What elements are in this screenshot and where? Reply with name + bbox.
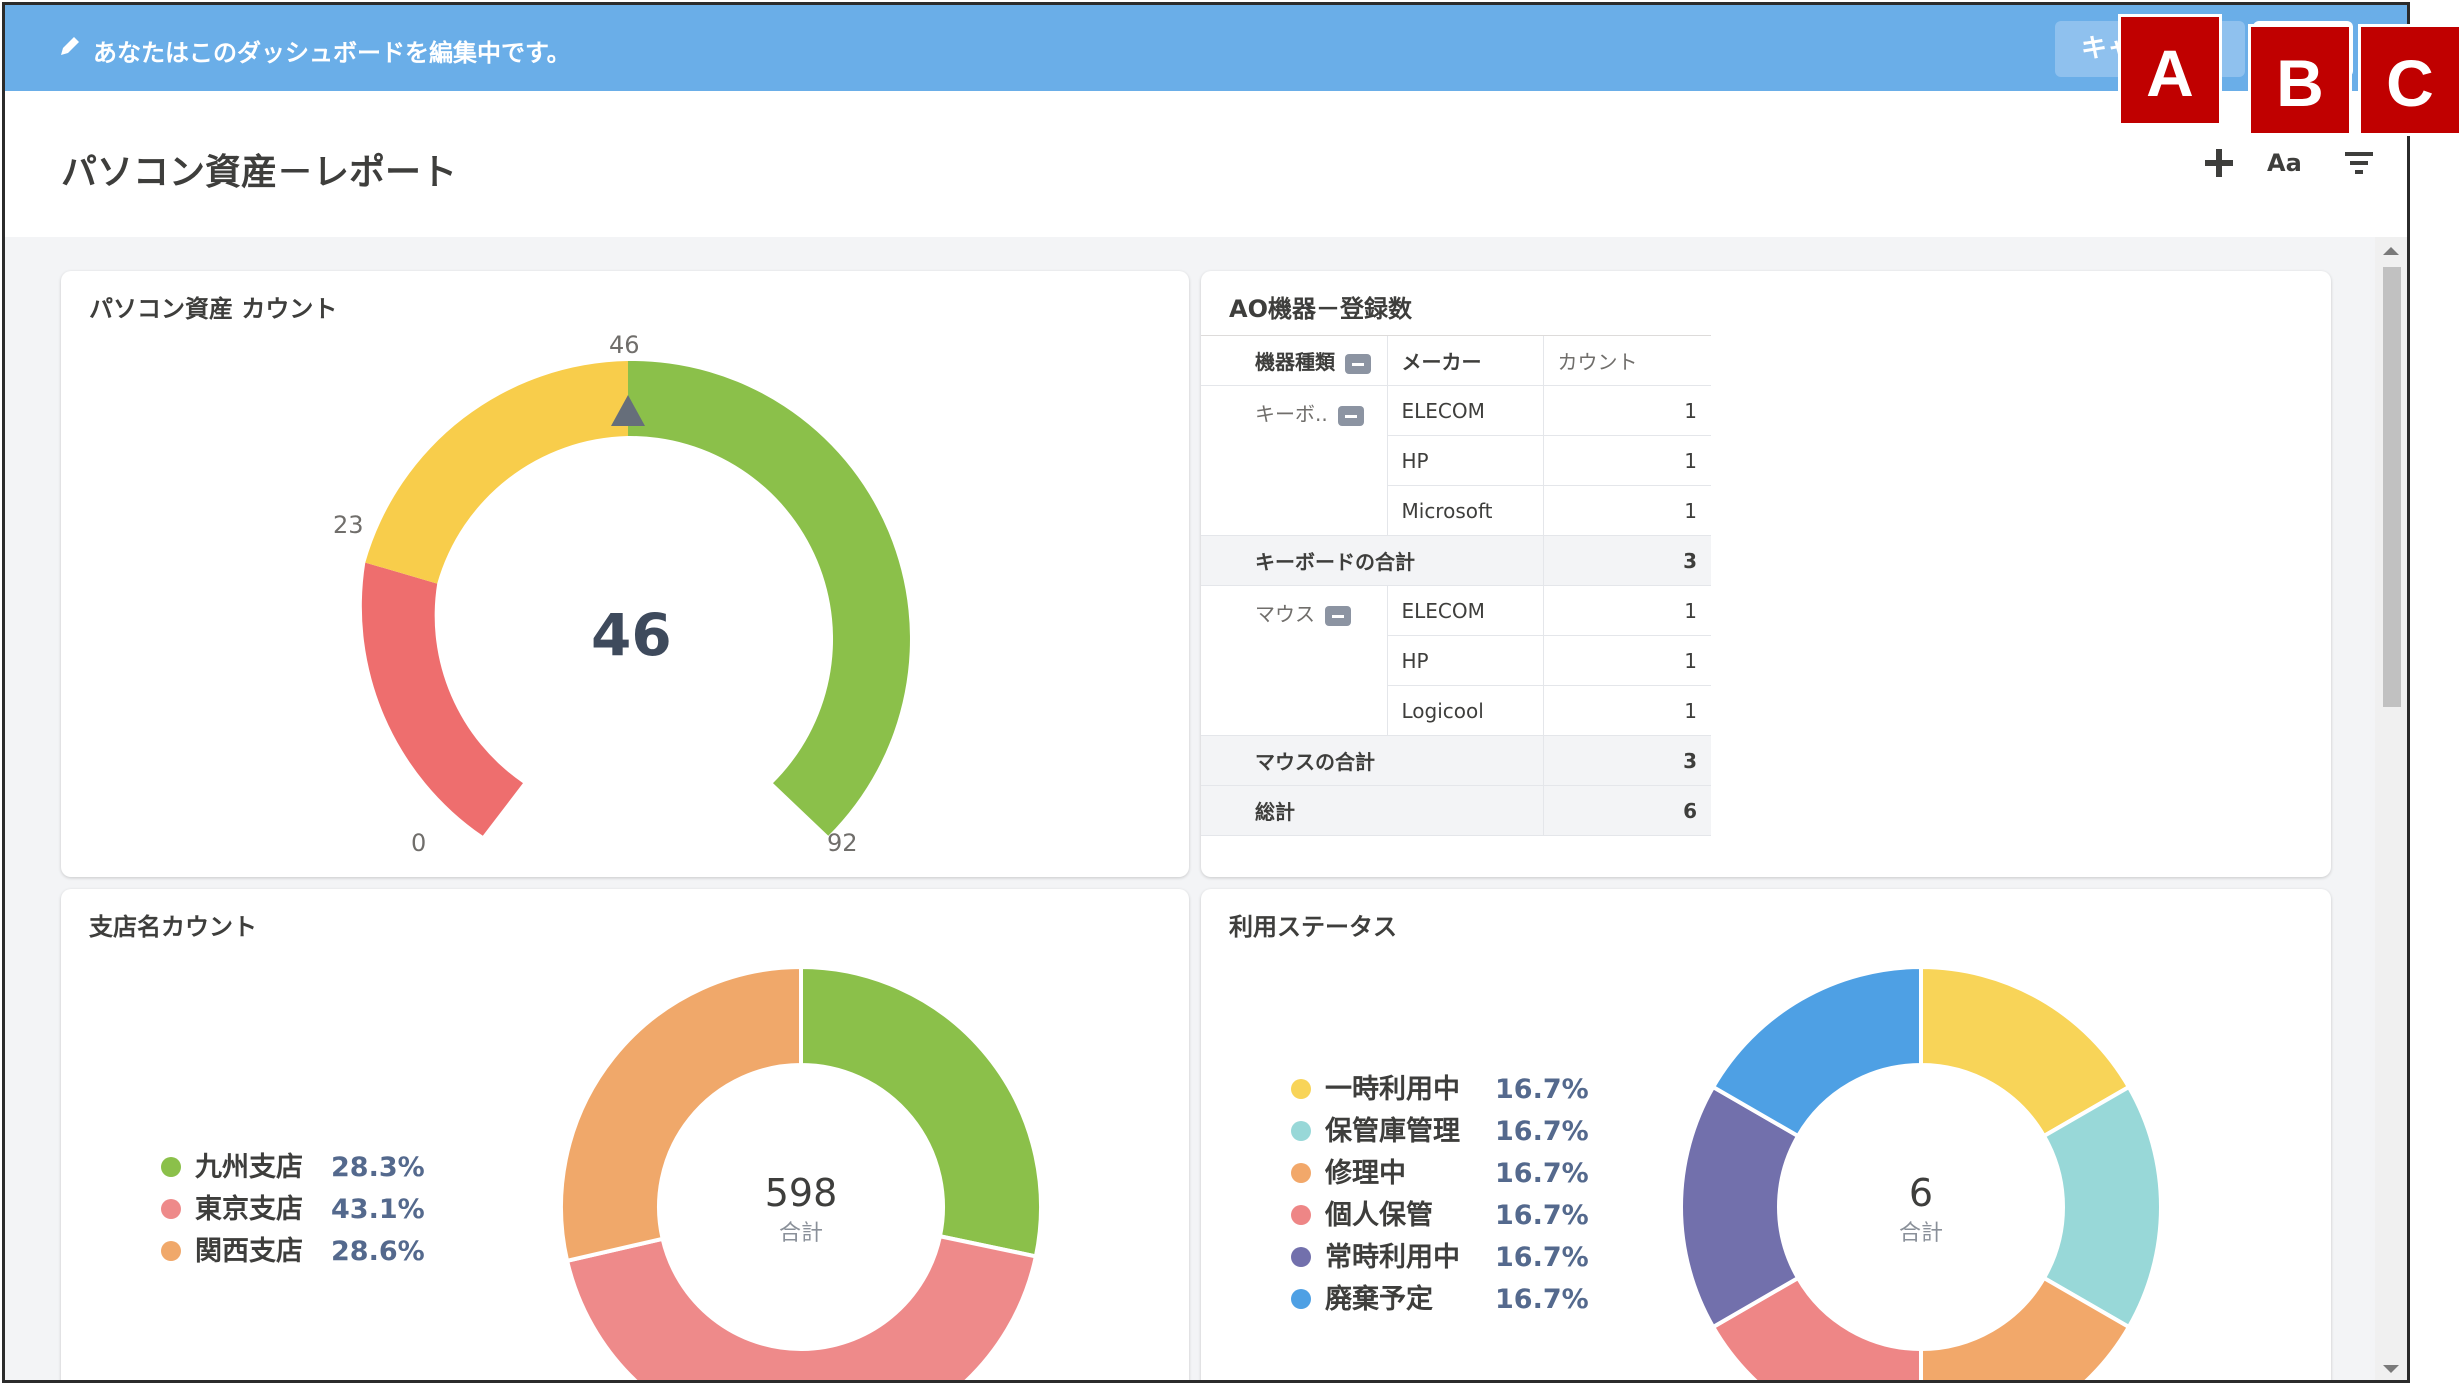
subtotal-value: 3 <box>1542 535 1711 586</box>
gauge-min-label: 0 <box>411 829 427 857</box>
legend-item[interactable]: 東京支店 43.1% <box>161 1189 425 1231</box>
branch-slice-2[interactable] <box>564 1233 1039 1383</box>
table-row: マウス ELECOM 1 <box>1201 585 1711 736</box>
subtotal-row: キーボードの合計 3 <box>1201 535 1711 586</box>
group-cell: キーボ.. <box>1201 385 1387 536</box>
legend-item[interactable]: 常時利用中 16.7% <box>1291 1237 1589 1279</box>
grand-total-row: 総計 6 <box>1201 785 1711 836</box>
legend-dot <box>1291 1288 1311 1309</box>
count-cell: 1 <box>1542 635 1711 686</box>
plus-icon[interactable] <box>2199 143 2239 183</box>
gauge-top-label: 46 <box>609 331 640 359</box>
pivot-table: 機器種類 メーカー カウント キーボ.. ELECOM 1 HP 1 Micro… <box>1201 335 1711 836</box>
callout-badge-b: B <box>2248 24 2352 136</box>
collapse-icon[interactable] <box>1345 353 1371 374</box>
legend-item[interactable]: 九州支店 28.3% <box>161 1147 425 1189</box>
legend-dot <box>1291 1246 1311 1267</box>
legend-dot <box>1291 1162 1311 1183</box>
group-cell: マウス <box>1201 585 1387 736</box>
dashboard-header: パソコン資産－レポート Aa <box>5 91 2407 239</box>
legend-dot <box>161 1198 181 1219</box>
table-row: キーボ.. ELECOM 1 <box>1201 385 1711 536</box>
callout-badge-a: A <box>2118 14 2222 126</box>
gauge-max-label: 92 <box>827 829 858 857</box>
subtotal-label: マウスの合計 <box>1201 735 1543 786</box>
donut-center: 598 合計 <box>721 1171 881 1247</box>
donut-total-label: 合計 <box>778 1221 823 1246</box>
status-legend: 一時利用中 16.7% 保管庫管理 16.7% 修理中 16.7% 個人保管 16.7%… <box>1291 1069 1589 1321</box>
legend-dot <box>1291 1078 1311 1099</box>
maker-cell: Microsoft <box>1386 485 1543 536</box>
collapse-icon[interactable] <box>1337 405 1364 426</box>
legend-dot <box>161 1240 181 1261</box>
donut-total: 6 <box>1908 1171 1934 1215</box>
count-cell: 1 <box>1542 435 1711 486</box>
scroll-down-arrow-icon[interactable] <box>2383 1365 2399 1373</box>
branch-donut-chart <box>559 964 1043 1383</box>
legend-item[interactable]: 保管庫管理 16.7% <box>1291 1111 1589 1153</box>
scroll-thumb[interactable] <box>2383 267 2401 707</box>
count-cell: 1 <box>1542 685 1711 736</box>
gauge-band-red <box>361 562 523 836</box>
legend-dot <box>1291 1120 1311 1141</box>
maker-cell: HP <box>1386 435 1543 486</box>
legend-item[interactable]: 個人保管 16.7% <box>1291 1195 1589 1237</box>
table-header-row: 機器種類 メーカー カウント <box>1201 335 1711 386</box>
legend-dot <box>161 1156 181 1177</box>
maker-cell: HP <box>1386 635 1543 686</box>
subtotal-row: マウスの合計 3 <box>1201 735 1711 786</box>
branch-donut-card[interactable]: 支店名カウント 九州支店 28.3% 東京支店 43.1% 関西支店 28.6% 59… <box>61 889 1189 1383</box>
collapse-icon[interactable] <box>1325 605 1351 626</box>
legend-item[interactable]: 廃棄予定 16.7% <box>1291 1279 1589 1321</box>
legend-item[interactable]: 修理中 16.7% <box>1291 1153 1589 1195</box>
gauge-card[interactable]: パソコン資産 カウント 46 23 0 92 46 <box>61 271 1189 877</box>
donut-total-label: 合計 <box>1898 1221 1943 1246</box>
dashboard-window: あなたはこのダッシュボードを編集中です。 キャ パソコン資産－レポート Aa パ… <box>2 2 2410 1383</box>
status-donut-card[interactable]: 利用ステータス 一時利用中 16.7% 保管庫管理 16.7% 修理中 16.7% 個… <box>1201 889 2331 1380</box>
gauge-band-yellow <box>365 361 628 584</box>
grand-total-label: 総計 <box>1201 785 1543 836</box>
subtotal-label: キーボードの合計 <box>1201 535 1543 586</box>
count-cell: 1 <box>1542 485 1711 536</box>
vertical-scrollbar[interactable] <box>2375 237 2407 1380</box>
branch-legend: 九州支店 28.3% 東京支店 43.1% 関西支店 28.6% <box>161 1147 425 1273</box>
table-card[interactable]: AO機器－登録数 機器種類 メーカー カウント キーボ.. ELECOM 1 H… <box>1201 271 2331 877</box>
page-title: パソコン資産－レポート <box>61 152 458 193</box>
card-title: AO機器－登録数 <box>1229 295 1412 323</box>
legend-item[interactable]: 関西支店 28.6% <box>161 1231 425 1273</box>
legend-item[interactable]: 一時利用中 16.7% <box>1291 1069 1589 1111</box>
donut-center: 6 合計 <box>1841 1171 2001 1247</box>
scroll-up-arrow-icon[interactable] <box>2383 247 2399 255</box>
count-cell: 1 <box>1542 585 1711 636</box>
count-cell: 1 <box>1542 385 1711 436</box>
edit-mode-bar: あなたはこのダッシュボードを編集中です。 キャ <box>5 5 2407 91</box>
text-size-icon[interactable]: Aa <box>2267 143 2307 183</box>
gauge-value: 46 <box>591 601 672 669</box>
gauge-mid-label: 23 <box>333 511 364 539</box>
gauge-band-green <box>628 360 910 836</box>
donut-total: 598 <box>764 1171 838 1215</box>
callout-badge-c: C <box>2358 24 2461 136</box>
column-header-type[interactable]: 機器種類 <box>1201 335 1387 386</box>
maker-cell: ELECOM <box>1386 585 1543 636</box>
legend-dot <box>1291 1204 1311 1225</box>
maker-cell: Logicool <box>1386 685 1543 736</box>
edit-mode-message: あなたはこのダッシュボードを編集中です。 <box>93 39 571 67</box>
filter-icon[interactable] <box>2339 143 2379 183</box>
dashboard-canvas: パソコン資産 カウント 46 23 0 92 46 AO機器－登録数 機器種類 … <box>5 237 2375 1383</box>
gauge-chart <box>361 360 910 836</box>
pencil-icon <box>61 37 79 55</box>
grand-total-value: 6 <box>1542 785 1711 836</box>
column-header-count[interactable]: カウント <box>1542 335 1711 386</box>
column-header-maker[interactable]: メーカー <box>1386 335 1543 386</box>
maker-cell: ELECOM <box>1386 385 1543 436</box>
subtotal-value: 3 <box>1542 735 1711 786</box>
